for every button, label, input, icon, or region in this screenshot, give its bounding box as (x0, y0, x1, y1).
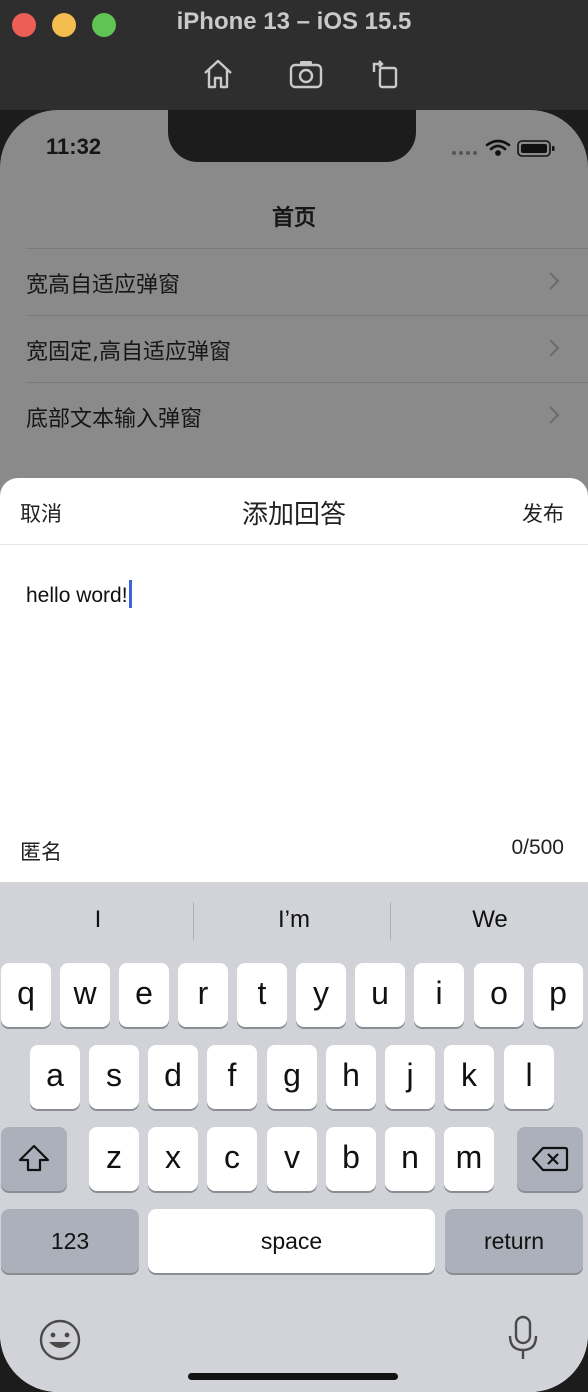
suggestion-divider (390, 902, 391, 940)
page-title: 首页 (271, 206, 316, 231)
simulator-title-bar: iPhone 13 – iOS 15.5 (0, 0, 588, 110)
space-key[interactable]: space (148, 1209, 435, 1273)
key[interactable]: w (60, 963, 110, 1027)
list-item-label: 宽高自适应弹窗 (26, 273, 181, 298)
key[interactable]: n (385, 1127, 435, 1191)
keyboard: I I’m We q w e r t y u i o p a s d f g h… (0, 882, 588, 1392)
wifi-icon (485, 139, 511, 156)
key[interactable]: m (444, 1127, 494, 1191)
publish-button[interactable]: 发布 (522, 498, 564, 528)
phone-screen: 11:32 首页 宽高自适应弹窗 宽固定,高自适应弹窗 底部文本输入弹窗 取消 … (0, 110, 588, 1392)
key[interactable]: b (326, 1127, 376, 1191)
return-key[interactable]: return (445, 1209, 583, 1273)
battery-icon (517, 140, 555, 157)
screenshot-icon[interactable] (288, 56, 324, 92)
backspace-key[interactable] (517, 1127, 583, 1191)
device-frame: 11:32 首页 宽高自适应弹窗 宽固定,高自适应弹窗 底部文本输入弹窗 取消 … (0, 110, 588, 1392)
sheet-header: 取消 添加回答 发布 (0, 478, 588, 545)
home-icon[interactable] (200, 56, 236, 92)
key[interactable]: u (355, 963, 405, 1027)
list-item[interactable]: 宽高自适应弹窗 (26, 248, 588, 315)
list-item[interactable]: 宽固定,高自适应弹窗 (26, 315, 588, 382)
key[interactable]: l (504, 1045, 554, 1109)
list-item-label: 底部文本输入弹窗 (26, 407, 203, 432)
microphone-icon[interactable] (506, 1314, 540, 1362)
key[interactable]: q (1, 963, 51, 1027)
key[interactable]: t (237, 963, 287, 1027)
notch (168, 110, 416, 162)
chevron-right-icon (549, 339, 560, 357)
backspace-icon (531, 1146, 569, 1172)
suggestion-divider (193, 902, 194, 940)
key[interactable]: x (148, 1127, 198, 1191)
key[interactable]: r (178, 963, 228, 1027)
key[interactable]: o (474, 963, 524, 1027)
chevron-right-icon (549, 406, 560, 424)
key[interactable]: f (207, 1045, 257, 1109)
chevron-right-icon (549, 272, 560, 290)
text-caret (128, 580, 132, 608)
suggestion-item[interactable]: I’m (196, 882, 392, 958)
key[interactable]: s (89, 1045, 139, 1109)
character-counter: 0/500 (511, 836, 564, 859)
sheet-title: 添加回答 (241, 500, 346, 530)
signal-icon (452, 151, 477, 155)
answer-text-input[interactable]: hello word! (26, 580, 132, 608)
key[interactable]: k (444, 1045, 494, 1109)
numbers-key[interactable]: 123 (1, 1209, 139, 1273)
simulator-title: iPhone 13 – iOS 15.5 (176, 8, 412, 35)
list-item-label: 宽固定,高自适应弹窗 (26, 340, 231, 365)
key[interactable]: c (207, 1127, 257, 1191)
key[interactable]: z (89, 1127, 139, 1191)
home-indicator[interactable] (188, 1373, 398, 1380)
key[interactable]: j (385, 1045, 435, 1109)
emoji-icon[interactable] (38, 1318, 82, 1362)
key[interactable]: y (296, 963, 346, 1027)
key[interactable]: h (326, 1045, 376, 1109)
answer-text: hello word! (26, 584, 128, 607)
suggestion-item[interactable]: I (0, 882, 196, 958)
suggestion-item[interactable]: We (392, 882, 588, 958)
shift-icon (18, 1144, 50, 1172)
anonymous-toggle[interactable]: 匿名 (20, 836, 62, 866)
shift-key[interactable] (1, 1127, 67, 1191)
key[interactable]: d (148, 1045, 198, 1109)
key[interactable]: p (533, 963, 583, 1027)
menu-list: 宽高自适应弹窗 宽固定,高自适应弹窗 底部文本输入弹窗 (0, 248, 588, 449)
key[interactable]: v (267, 1127, 317, 1191)
list-item[interactable]: 底部文本输入弹窗 (26, 382, 588, 449)
key[interactable]: e (119, 963, 169, 1027)
key[interactable]: g (267, 1045, 317, 1109)
key[interactable]: a (30, 1045, 80, 1109)
status-time: 11:32 (46, 134, 102, 159)
key[interactable]: i (414, 963, 464, 1027)
rotate-icon[interactable] (368, 56, 404, 92)
status-icons (452, 139, 555, 157)
